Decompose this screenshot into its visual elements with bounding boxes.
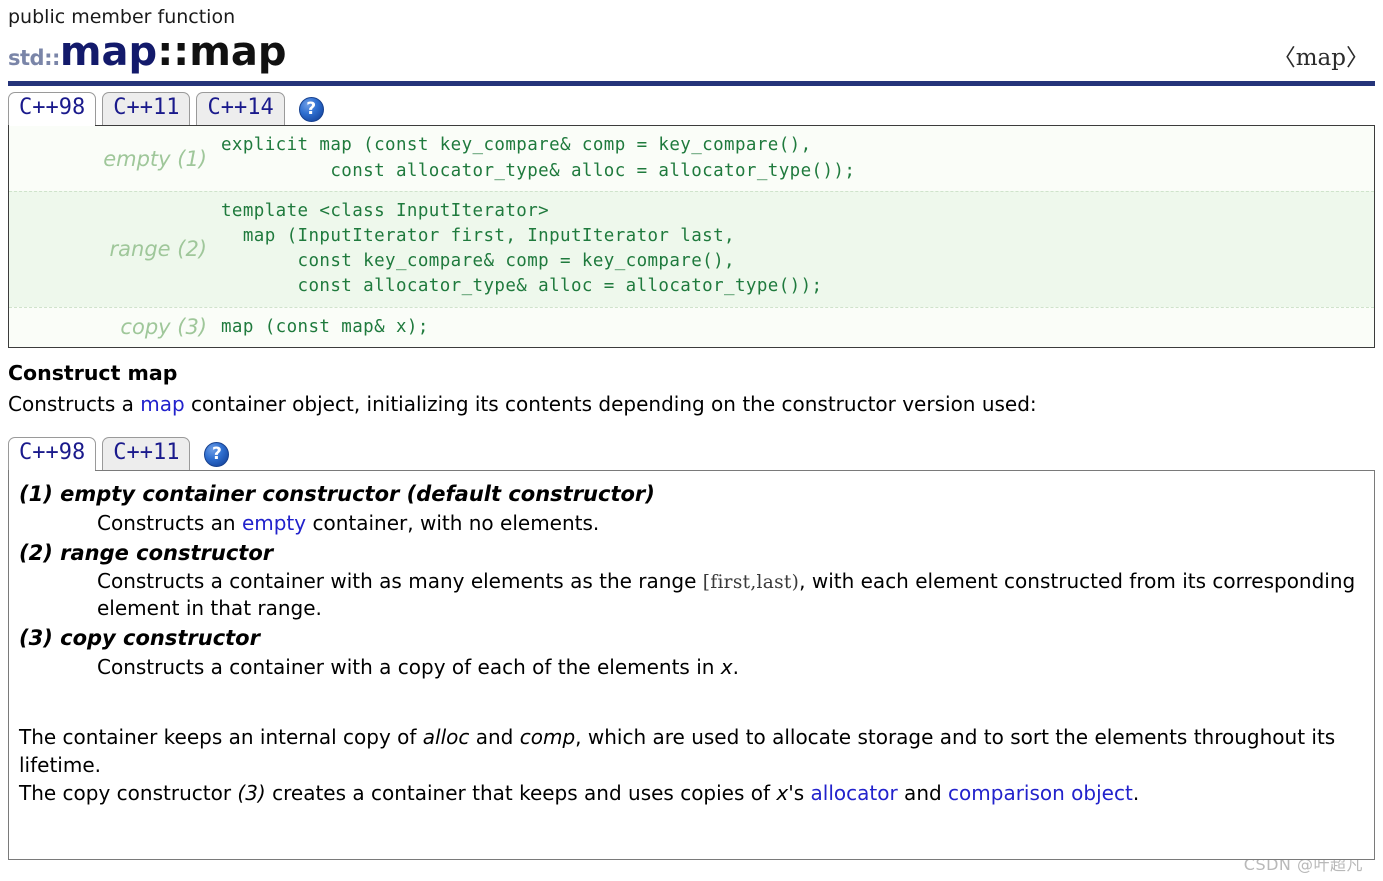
page-title: std::map::map xyxy=(8,32,287,72)
section-heading: Construct map xyxy=(8,360,178,385)
prototype-row-range: range (2) template <class InputIterator>… xyxy=(9,190,1374,307)
def-range-before: Constructs a container with as many elem… xyxy=(97,569,703,594)
constructor-def-range: Constructs a container with as many elem… xyxy=(97,568,1362,622)
title-namespace: std:: xyxy=(8,45,60,70)
tab-description-cpp98[interactable]: C++98 xyxy=(8,436,97,471)
tab-prototype-cpp14[interactable]: C++14 xyxy=(196,91,285,126)
tail1-var-alloc: alloc xyxy=(422,724,470,749)
constructor-term-empty: (1) empty container constructor (default… xyxy=(19,482,655,507)
tab-description-cpp11[interactable]: C++11 xyxy=(102,436,191,471)
page-kicker: public member function xyxy=(8,6,236,28)
def-copy-var-x: x xyxy=(720,654,733,679)
link-allocator[interactable]: allocator xyxy=(811,781,898,805)
prototype-label-copy: copy (3) xyxy=(120,315,207,340)
constructor-term-range: (2) range constructor xyxy=(19,540,274,565)
help-icon-description[interactable]: ? xyxy=(204,442,230,468)
def-empty-before: Constructs an xyxy=(97,510,242,535)
tail2-a: The copy constructor xyxy=(19,780,238,805)
tail1-a: The container keeps an internal copy of xyxy=(19,724,423,749)
prototype-label-range: range (2) xyxy=(109,237,207,262)
title-separator: :: xyxy=(157,28,190,75)
prototype-label-empty: empty (1) xyxy=(103,146,207,171)
tab-prototype-cpp11[interactable]: C++11 xyxy=(102,91,191,126)
tail2-c: 's xyxy=(788,780,811,805)
link-map[interactable]: map xyxy=(140,392,184,416)
title-member: map xyxy=(189,28,287,75)
tail-paragraph-2: The copy constructor (3) creates a conta… xyxy=(19,779,1362,807)
prototype-tabstrip: C++98 C++11 C++14 ? xyxy=(6,86,1377,126)
prototype-code-empty: explicit map (const key_compare& comp = … xyxy=(221,135,856,181)
link-empty[interactable]: empty xyxy=(242,511,306,535)
help-icon[interactable]: ? xyxy=(298,97,324,123)
tail2-b: creates a container that keeps and uses … xyxy=(265,780,777,805)
def-copy-before: Constructs a container with a copy of ea… xyxy=(97,654,721,679)
constructor-def-copy: Constructs a container with a copy of ea… xyxy=(97,654,1362,681)
tail1-b: and xyxy=(469,724,520,749)
title-row: std::map::map 〈map〉 xyxy=(6,32,1377,72)
page-header: public member function std::map::map 〈ma… xyxy=(6,0,1377,86)
def-copy-after: . xyxy=(732,654,739,679)
description-panel: (1) empty container constructor (default… xyxy=(8,470,1375,861)
def-empty-after: container, with no elements. xyxy=(306,510,600,535)
tail2-e: . xyxy=(1132,780,1140,805)
tail-notes: The container keeps an internal copy of … xyxy=(19,723,1362,807)
tail-paragraph-1: The container keeps an internal copy of … xyxy=(19,723,1362,779)
def-range-mono-range: [first,last) xyxy=(702,572,800,594)
constructor-def-empty: Constructs an empty container, with no e… xyxy=(97,510,1362,537)
tail2-ref-3: (3) xyxy=(237,780,266,805)
prototype-code-copy: map (const map& x); xyxy=(221,316,429,337)
description-tabstrip: C++98 C++11 ? xyxy=(6,431,1377,471)
prototype-table: empty (1) explicit map (const key_compar… xyxy=(8,125,1375,348)
link-comparison-object[interactable]: comparison object xyxy=(948,781,1133,805)
constructor-term-copy: (3) copy constructor xyxy=(19,626,260,651)
lead-text-before: Constructs a xyxy=(8,391,141,416)
section-lead: Constructs a map container object, initi… xyxy=(8,391,1377,417)
prototype-code-range: template <class InputIterator> map (Inpu… xyxy=(221,200,823,297)
include-header-tag: 〈map〉 xyxy=(1272,44,1369,71)
reference-page: public member function std::map::map 〈ma… xyxy=(0,0,1383,881)
prototype-row-empty: empty (1) explicit map (const key_compar… xyxy=(9,126,1374,190)
tail2-var-x: x xyxy=(776,780,789,805)
tail2-d: and xyxy=(897,780,949,805)
prototype-row-copy: copy (3) map (const map& x); xyxy=(9,306,1374,347)
lead-text-after: container object, initializing its conte… xyxy=(184,391,1037,416)
title-class: map xyxy=(59,28,158,75)
tab-prototype-cpp98[interactable]: C++98 xyxy=(8,91,97,126)
tail1-var-comp: comp xyxy=(519,724,576,749)
